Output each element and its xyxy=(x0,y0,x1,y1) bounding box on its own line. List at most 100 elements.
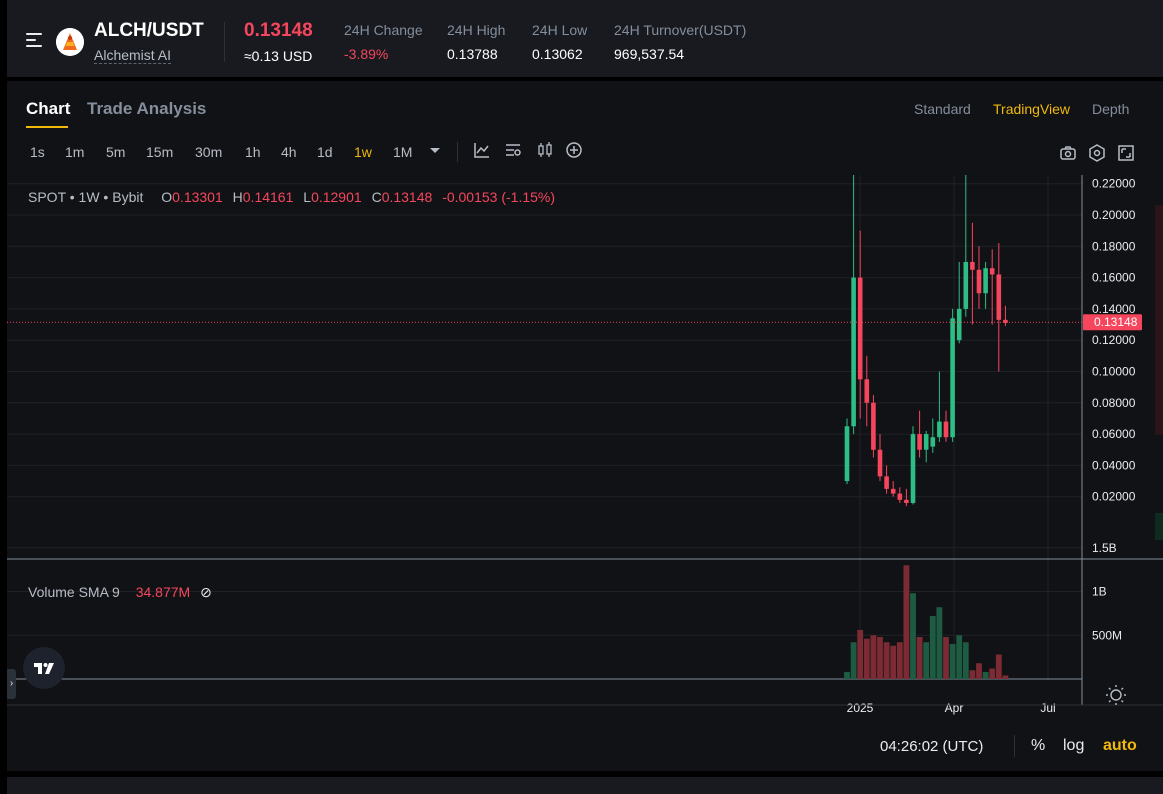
token-logo xyxy=(56,28,84,56)
candle-body xyxy=(956,308,962,341)
price-tick-label: 0.10000 xyxy=(1092,365,1136,379)
price-tick-label: 0.14000 xyxy=(1092,302,1136,316)
chart-panel: Chart Trade Analysis Standard TradingVie… xyxy=(7,81,1163,771)
price-tick-label: 0.02000 xyxy=(1092,490,1136,504)
tab-trade-analysis[interactable]: Trade Analysis xyxy=(87,99,206,119)
tradingview-logo-icon[interactable] xyxy=(23,647,65,689)
timeframe-1M[interactable]: 1M xyxy=(393,144,412,160)
camera-icon[interactable] xyxy=(1059,144,1077,162)
timeframe-4h[interactable]: 4h xyxy=(281,144,297,160)
volume-bar xyxy=(844,672,850,679)
price-tick-label: 0.08000 xyxy=(1092,396,1136,410)
candle-body xyxy=(884,476,889,489)
volume-bar xyxy=(969,670,976,679)
candle-body xyxy=(930,437,936,447)
volume-bar xyxy=(883,642,890,679)
view-tradingview[interactable]: TradingView xyxy=(993,101,1070,117)
legend-open: 0.13301 xyxy=(172,189,223,205)
stat-24h-turnover: 24H Turnover(USDT) 969,537.54 xyxy=(614,22,746,62)
add-indicator-icon[interactable] xyxy=(565,141,583,159)
candle-body xyxy=(950,318,955,438)
volume-bar xyxy=(989,668,996,679)
usd-price: ≈0.13 USD xyxy=(244,48,313,64)
volume-bar xyxy=(863,638,870,679)
timeframe-1h[interactable]: 1h xyxy=(245,144,261,160)
last-price-tag-label: 0.13148 xyxy=(1094,315,1138,329)
volume-bar xyxy=(962,642,969,679)
legend-open-key: O xyxy=(161,189,173,205)
settings-icon[interactable] xyxy=(1088,144,1106,162)
hide-icon[interactable]: ⊘ xyxy=(200,584,212,600)
chevron-down-icon[interactable] xyxy=(426,141,444,159)
percent-scale-button[interactable]: % xyxy=(1031,737,1045,755)
toolbar-divider xyxy=(457,142,458,162)
volume-bar xyxy=(995,654,1002,679)
stat-label: 24H High xyxy=(447,22,506,38)
log-scale-button[interactable]: log xyxy=(1063,737,1084,755)
stat-label: 24H Change xyxy=(344,22,423,38)
active-tab-indicator xyxy=(26,126,68,128)
candle-body xyxy=(910,434,916,503)
legend-source: SPOT • 1W • Bybit xyxy=(28,189,144,205)
candle-body xyxy=(844,426,850,482)
timeframe-1m[interactable]: 1m xyxy=(65,144,84,160)
candle-body xyxy=(943,421,949,438)
stat-label: 24H Turnover(USDT) xyxy=(614,22,747,38)
header-divider xyxy=(224,22,225,62)
legend-low: 0.12901 xyxy=(311,189,362,205)
candle-body xyxy=(917,434,922,450)
candle-body xyxy=(996,274,1002,320)
time-tick-label: Apr xyxy=(945,701,964,715)
timeframe-5m[interactable]: 5m xyxy=(106,144,125,160)
candle-body xyxy=(904,499,909,503)
candle-body xyxy=(976,269,982,294)
candle-body xyxy=(871,402,876,450)
indicator-icon[interactable] xyxy=(473,141,491,159)
view-standard[interactable]: Standard xyxy=(914,101,971,117)
volume-bar xyxy=(890,645,897,679)
view-depth[interactable]: Depth xyxy=(1092,101,1129,117)
pair-symbol[interactable]: ALCH/USDT xyxy=(94,20,204,42)
price-tick-label: 0.04000 xyxy=(1092,458,1136,472)
stat-value: 969,537.54 xyxy=(614,46,685,62)
candle-type-icon[interactable] xyxy=(536,141,554,159)
candle-body xyxy=(983,268,988,294)
candle-body xyxy=(963,261,969,309)
candle-body xyxy=(857,277,863,380)
stat-24h-high: 24H High 0.13788 xyxy=(447,22,505,62)
volume-bar xyxy=(949,644,956,679)
fullscreen-icon[interactable] xyxy=(1117,144,1135,162)
sun-icon[interactable] xyxy=(1106,685,1126,705)
volume-legend: Volume SMA 9 34.877M ⊘ xyxy=(28,584,212,601)
volume-tick-label: 500M xyxy=(1092,628,1122,642)
token-name[interactable]: Alchemist AI xyxy=(94,47,172,64)
time-tick-label: Jul xyxy=(1040,701,1055,715)
volume-bar xyxy=(870,635,877,679)
ohlc-legend: SPOT • 1W • Bybit O0.13301 H0.14161 L0.1… xyxy=(28,189,555,205)
legend-close-key: C xyxy=(371,189,382,205)
timeframe-1d[interactable]: 1d xyxy=(317,144,333,160)
timeframe-1s[interactable]: 1s xyxy=(30,144,45,160)
stat-value: -3.89% xyxy=(344,46,389,62)
menu-icon[interactable] xyxy=(26,33,44,47)
utc-clock[interactable]: 04:26:02 (UTC) xyxy=(880,738,983,755)
price-tick-label: 0.16000 xyxy=(1092,271,1136,285)
candle-body xyxy=(970,261,975,270)
volume-bar xyxy=(857,630,864,679)
price-chart[interactable]: 0.240000.220000.200000.180000.160000.140… xyxy=(7,175,1163,771)
legend-high-key: H xyxy=(232,189,243,205)
collapse-toolbar-button[interactable]: › xyxy=(7,669,16,699)
timeframe-15m[interactable]: 15m xyxy=(146,144,173,160)
ticker-header: ALCH/USDT Alchemist AI 0.13148 ≈0.13 USD… xyxy=(7,0,1163,77)
footer-bar xyxy=(7,777,1163,794)
volume-bar xyxy=(943,637,949,679)
tab-chart[interactable]: Chart xyxy=(26,99,70,119)
timeframe-1w[interactable]: 1w xyxy=(354,144,372,160)
price-tick-label: 0.22000 xyxy=(1092,177,1136,191)
volume-bar xyxy=(982,672,989,679)
template-icon[interactable] xyxy=(504,141,522,159)
auto-scale-button[interactable]: auto xyxy=(1103,737,1137,755)
time-tick-label: 2025 xyxy=(847,701,874,715)
timeframe-30m[interactable]: 30m xyxy=(195,144,222,160)
volume-bar xyxy=(976,663,982,679)
